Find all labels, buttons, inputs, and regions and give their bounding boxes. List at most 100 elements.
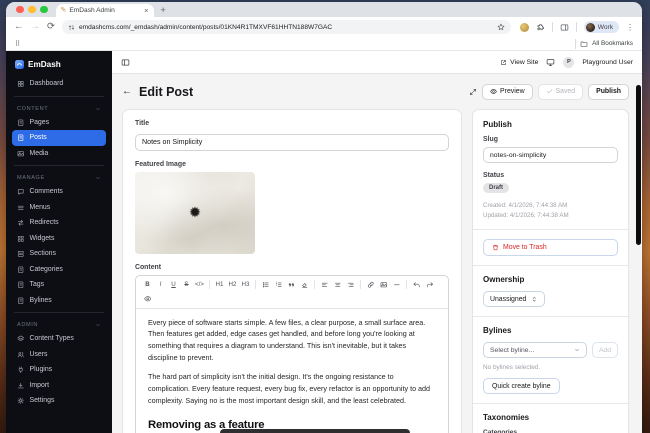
preview-button[interactable]: Preview xyxy=(482,83,533,100)
ownership-select[interactable]: Unassigned xyxy=(483,291,545,308)
quick-create-byline-button[interactable]: Quick create byline xyxy=(483,378,560,395)
back-arrow-icon[interactable]: ← xyxy=(122,86,132,97)
editor-toolbar-button[interactable]: H3 xyxy=(239,279,252,291)
sidebar-item[interactable]: Pages xyxy=(12,115,106,131)
editor-toolbar-button[interactable]: B xyxy=(141,279,154,291)
trash-icon xyxy=(492,244,499,251)
site-info-icon[interactable] xyxy=(68,24,75,31)
sidebar-item[interactable]: Comments xyxy=(12,184,106,200)
editor-toolbar-button[interactable] xyxy=(259,279,272,291)
editor-toolbar-button[interactable] xyxy=(423,279,436,291)
chevron-down-icon xyxy=(95,175,101,181)
ordered-list-icon: 12 xyxy=(275,281,283,289)
new-tab-button[interactable]: + xyxy=(161,5,166,15)
extensions-puzzle-icon[interactable] xyxy=(536,23,545,32)
sidebar-item[interactable]: Redirects xyxy=(12,215,106,231)
slug-input[interactable] xyxy=(483,147,618,163)
close-tab-icon[interactable]: × xyxy=(144,6,148,15)
browser-menu-icon[interactable]: ⋮ xyxy=(626,23,634,32)
title-input[interactable] xyxy=(135,133,449,151)
editor-toolbar-button[interactable] xyxy=(390,279,403,291)
close-window-button[interactable] xyxy=(16,5,24,13)
sidebar-item-label: Plugins xyxy=(29,366,53,374)
apps-grid-icon[interactable]: ⠿ xyxy=(15,40,20,48)
side-panel-icon[interactable] xyxy=(560,23,569,32)
blockquote-icon xyxy=(288,281,296,289)
editor-toolbar-button[interactable] xyxy=(344,279,357,291)
editor-body[interactable]: Every piece of software starts simple. A… xyxy=(136,309,448,433)
byline-select-placeholder: Select byline... xyxy=(490,346,535,354)
brand[interactable]: EmDash xyxy=(12,57,106,76)
editor-toolbar-button[interactable] xyxy=(285,279,298,291)
content-types-icon xyxy=(17,335,25,343)
editor-toolbar-button[interactable] xyxy=(364,279,377,291)
sidebar-item[interactable]: Plugins xyxy=(12,362,106,378)
sidebar-item[interactable]: Posts xyxy=(12,130,106,146)
sidebar-item[interactable]: Sections xyxy=(12,246,106,262)
minimize-window-button[interactable] xyxy=(28,5,36,13)
publish-button[interactable]: Publish xyxy=(588,83,629,100)
dock-edge xyxy=(220,429,410,433)
editor-toolbar-button[interactable] xyxy=(141,293,154,305)
app-sidebar: EmDash Dashboard CONTENT Pages Posts Med… xyxy=(6,51,112,433)
zoom-window-button[interactable] xyxy=(40,5,48,13)
bookmark-star-icon[interactable] xyxy=(497,23,505,31)
sidebar-section-label: Content xyxy=(17,105,49,112)
address-bar[interactable]: emdashcms.com/_emdash/admin/content/post… xyxy=(61,20,511,34)
sidebar-item[interactable]: Dashboard xyxy=(12,76,106,92)
editor-toolbar-button[interactable]: 12 xyxy=(272,279,285,291)
sidebar-item[interactable]: Settings xyxy=(12,393,106,409)
editor-toolbar-button[interactable] xyxy=(318,279,331,291)
editor-toolbar-button[interactable] xyxy=(331,279,344,291)
monitor-icon[interactable] xyxy=(546,58,555,67)
featured-image[interactable]: ✹ xyxy=(135,171,255,254)
sidebar-item[interactable]: Menus xyxy=(12,200,106,216)
editor-toolbar-button[interactable]: U xyxy=(167,279,180,291)
sidebar-toggle-icon[interactable] xyxy=(121,58,130,67)
byline-select[interactable]: Select byline... xyxy=(483,342,587,359)
editor-toolbar-button[interactable] xyxy=(377,279,390,291)
sidebar-item[interactable]: Categories xyxy=(12,262,106,278)
all-bookmarks-label: All Bookmarks xyxy=(592,40,633,47)
sidebar-item[interactable]: Bylines xyxy=(12,293,106,309)
emdash-logo-icon xyxy=(15,60,24,69)
editor-toolbar-button[interactable] xyxy=(410,279,423,291)
panel-divider xyxy=(473,265,628,267)
sidebar-item-label: Import xyxy=(29,381,50,389)
editor-toolbar-button[interactable]: H1 xyxy=(213,279,226,291)
align-right-icon xyxy=(347,281,355,289)
editor-toolbar-button[interactable]: H2 xyxy=(226,279,239,291)
media-icon xyxy=(17,150,25,158)
all-bookmarks[interactable]: All Bookmarks xyxy=(575,38,633,49)
sidebar-item[interactable]: Content Types xyxy=(12,331,106,347)
sidebar-item[interactable]: Media xyxy=(12,146,106,162)
sidebar-section-header[interactable]: Content xyxy=(12,101,106,115)
expand-icon[interactable] xyxy=(469,88,477,96)
editor-toolbar-button[interactable]: </> xyxy=(193,279,206,291)
taxonomies-title: Taxonomies xyxy=(483,413,530,423)
editor-toolbar-button[interactable]: I xyxy=(154,279,167,291)
profile-chip[interactable]: Work xyxy=(583,21,619,33)
editor-toolbar-button[interactable] xyxy=(298,279,311,291)
sidebar-item-label: Dashboard xyxy=(29,80,64,88)
sidebar-item[interactable]: Tags xyxy=(12,277,106,293)
sidebar-section-header[interactable]: Admin xyxy=(12,317,106,331)
sidebar-item[interactable]: Widgets xyxy=(12,231,106,247)
sidebar-item[interactable]: Users xyxy=(12,347,106,363)
categories-label: Categories xyxy=(483,429,518,433)
reload-icon[interactable]: ⟳ xyxy=(47,22,55,32)
view-site-link[interactable]: View Site xyxy=(500,59,538,66)
page-scrollbar-thumb[interactable] xyxy=(636,85,641,245)
extension-icon[interactable] xyxy=(519,22,529,32)
move-to-trash-button[interactable]: Move to Trash xyxy=(483,239,618,257)
sidebar-item-label: Bylines xyxy=(29,296,52,304)
sidebar-divider xyxy=(14,312,104,313)
check-icon xyxy=(546,88,553,95)
back-icon[interactable]: ← xyxy=(14,22,24,32)
sidebar-section-header[interactable]: Manage xyxy=(12,170,106,184)
browser-tab[interactable]: ✎ EmDash Admin × xyxy=(55,4,154,17)
editor-toolbar-button[interactable]: S xyxy=(180,279,193,291)
user-avatar[interactable]: P xyxy=(563,56,575,68)
sidebar-item[interactable]: Import xyxy=(12,378,106,394)
caret-sort-icon xyxy=(531,296,538,303)
